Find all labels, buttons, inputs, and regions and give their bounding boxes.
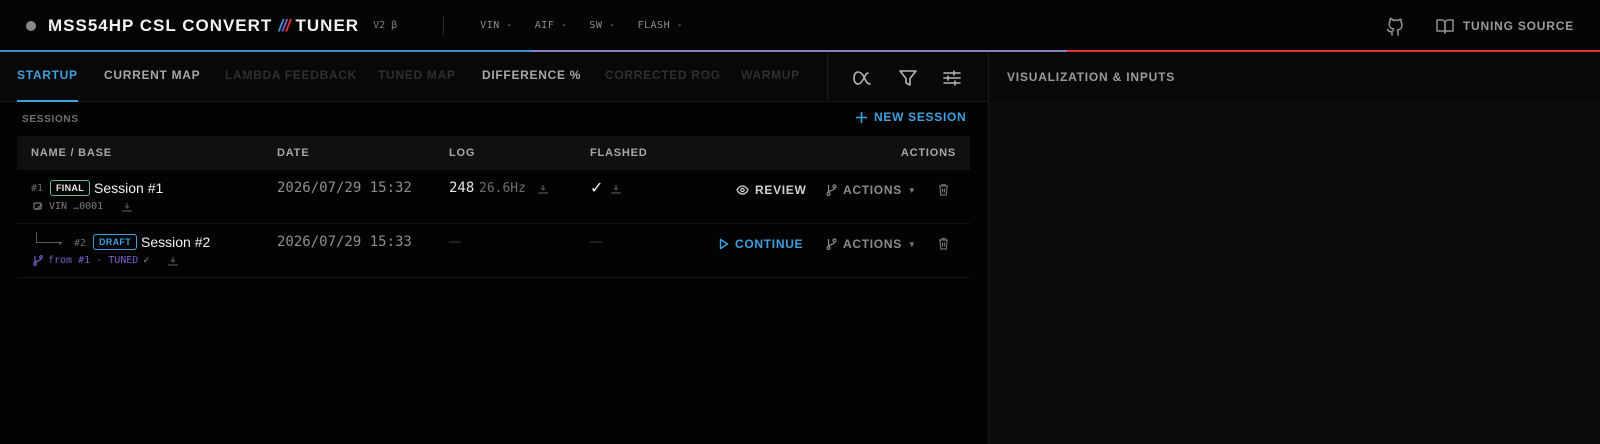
version-label: V2 β bbox=[373, 20, 398, 31]
tab-warmup[interactable]: WARMUP bbox=[741, 52, 800, 102]
trash-icon[interactable] bbox=[938, 183, 949, 196]
session-parent: from #1 · TUNED bbox=[48, 255, 139, 266]
status-indicator bbox=[26, 20, 36, 31]
new-session-label: NEW SESSION bbox=[874, 110, 967, 124]
flash-download-icon[interactable] bbox=[611, 184, 621, 194]
app-title-suffix: TUNER bbox=[295, 15, 360, 35]
flash-status: FLASH - bbox=[637, 20, 684, 31]
tab-current-map[interactable]: CURRENT MAP bbox=[104, 52, 200, 102]
visualization-title: VISUALIZATION & INPUTS bbox=[989, 52, 1600, 102]
status-badge: FINAL bbox=[50, 180, 90, 196]
sessions-table-header: NAME / BASE DATE LOG FLASHED ACTIONS bbox=[17, 136, 970, 170]
vin-status: VIN - bbox=[480, 20, 513, 31]
log-rate: 26.6Hz bbox=[479, 181, 526, 196]
session-sub: from #1 · TUNED ✓ bbox=[33, 255, 178, 266]
session-sub: VIN …0001 bbox=[33, 201, 132, 212]
session-name[interactable]: Session #2 bbox=[141, 234, 210, 250]
tuning-source-link[interactable]: TUNING SOURCE bbox=[1463, 19, 1574, 33]
aif-status: AIF - bbox=[534, 20, 568, 31]
status-badge: DRAFT bbox=[93, 234, 137, 250]
app-title: MSS54HP CSL CONVERT /// TUNER bbox=[48, 16, 359, 36]
tab-corrected-rog[interactable]: CORRECTED ROG bbox=[605, 52, 721, 102]
continue-label: CONTINUE bbox=[735, 237, 804, 251]
tab-startup[interactable]: STARTUP bbox=[17, 52, 78, 102]
eye-icon bbox=[736, 185, 749, 195]
branch-icon bbox=[826, 238, 837, 250]
visualization-pane: VISUALIZATION & INPUTS bbox=[988, 52, 1600, 444]
actions-label: ACTIONS bbox=[843, 237, 902, 251]
github-icon[interactable] bbox=[1384, 15, 1406, 37]
branch-icon bbox=[33, 255, 43, 266]
app-title-main: MSS54HP CSL CONVERT bbox=[48, 15, 273, 35]
session-index: #1 bbox=[31, 183, 44, 194]
actions-label: ACTIONS bbox=[843, 183, 902, 197]
chevron-down-icon: ▼ bbox=[907, 239, 917, 249]
vin-icon bbox=[33, 202, 43, 211]
session-index: #2 bbox=[74, 238, 87, 249]
actions-menu-button[interactable]: ACTIONS ▼ bbox=[826, 183, 917, 197]
slash-red: / bbox=[285, 15, 291, 35]
col-date: DATE bbox=[277, 147, 310, 159]
tools-divider bbox=[827, 52, 828, 102]
tuned-check: ✓ bbox=[143, 255, 150, 266]
sliders-icon[interactable] bbox=[941, 67, 963, 89]
tree-arrow-icon: ▸ bbox=[59, 240, 63, 247]
continue-button[interactable]: CONTINUE bbox=[719, 237, 803, 251]
title-slashes: /// bbox=[278, 15, 291, 36]
log-count: 248 bbox=[449, 180, 475, 196]
log-count: — bbox=[449, 234, 461, 248]
col-log: LOG bbox=[449, 147, 476, 159]
col-name-base: NAME / BASE bbox=[31, 147, 112, 159]
new-session-button[interactable]: NEW SESSION bbox=[856, 110, 966, 124]
book-icon[interactable] bbox=[1436, 17, 1454, 35]
table-row[interactable]: #1 FINAL Session #1 VIN …0001 2026/07/29… bbox=[17, 170, 970, 224]
session-vin: VIN …0001 bbox=[49, 201, 104, 212]
review-label: REVIEW bbox=[755, 183, 807, 197]
branch-icon bbox=[826, 184, 837, 196]
download-icon[interactable] bbox=[168, 256, 178, 266]
tab-bar: STARTUP CURRENT MAP LAMBDA FEEDBACK TUNE… bbox=[0, 52, 988, 102]
alpha-icon[interactable] bbox=[851, 67, 873, 89]
tab-difference[interactable]: DIFFERENCE % bbox=[482, 52, 581, 102]
sw-status: SW - bbox=[589, 20, 616, 31]
play-icon bbox=[719, 238, 729, 250]
session-date: 2026/07/29 15:33 bbox=[277, 234, 412, 250]
tab-lambda-feedback[interactable]: LAMBDA FEEDBACK bbox=[225, 52, 357, 102]
app-header: MSS54HP CSL CONVERT /// TUNER V2 β VIN -… bbox=[0, 0, 1600, 52]
flashed-status: — bbox=[590, 234, 602, 248]
review-button[interactable]: REVIEW bbox=[736, 183, 807, 197]
chevron-down-icon: ▼ bbox=[907, 185, 917, 195]
download-icon[interactable] bbox=[122, 202, 132, 212]
header-divider bbox=[443, 16, 445, 35]
log-download-icon[interactable] bbox=[538, 184, 548, 194]
col-flashed: FLASHED bbox=[590, 147, 648, 159]
header-actions: TUNING SOURCE bbox=[1384, 0, 1574, 51]
col-actions: ACTIONS bbox=[900, 147, 956, 159]
tab-tuned-map[interactable]: TUNED MAP bbox=[378, 52, 456, 102]
flashed-check: ✓ bbox=[590, 180, 604, 197]
table-row[interactable]: ▸ #2 DRAFT Session #2 from #1 · TUNED ✓ … bbox=[17, 224, 970, 278]
plus-icon bbox=[856, 111, 867, 123]
trash-icon[interactable] bbox=[938, 237, 949, 250]
filter-icon[interactable] bbox=[897, 67, 919, 89]
session-name[interactable]: Session #1 bbox=[94, 180, 163, 196]
header-status-list: VIN - AIF - SW - FLASH - bbox=[480, 20, 683, 31]
actions-menu-button[interactable]: ACTIONS ▼ bbox=[826, 237, 917, 251]
session-date: 2026/07/29 15:32 bbox=[277, 180, 412, 196]
sessions-heading: SESSIONS bbox=[22, 114, 79, 125]
